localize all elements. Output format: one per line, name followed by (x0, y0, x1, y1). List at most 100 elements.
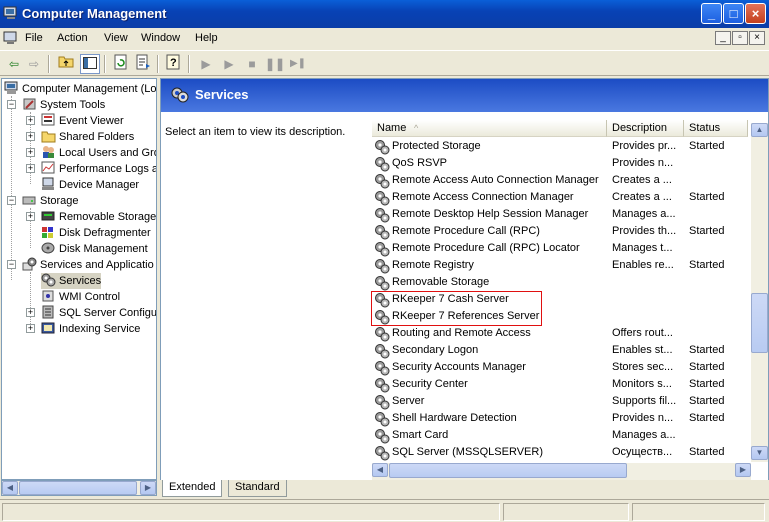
service-row[interactable]: Remote Procedure Call (RPC) Provides th..… (372, 223, 752, 240)
start-service-icon[interactable]: ▶ (196, 54, 216, 74)
tree-item-device-manager[interactable]: Device Manager (41, 177, 139, 193)
tree-expander[interactable]: + (26, 212, 35, 221)
pause-service-icon[interactable]: ❚❚ (265, 54, 285, 74)
tree-expander[interactable]: + (26, 164, 35, 173)
service-row[interactable]: Protected Storage Provides pr... Started (372, 138, 752, 155)
help-icon[interactable]: ? (164, 54, 184, 74)
service-name: Removable Storage (392, 276, 490, 288)
service-status: Started (689, 361, 725, 373)
tree-item-event-viewer[interactable]: Event Viewer (41, 113, 124, 129)
tree-horizontal-scrollbar[interactable]: ◀ ▶ (1, 480, 157, 496)
menu-file[interactable]: File (25, 32, 43, 44)
forward-arrow-icon[interactable]: ⇨ (24, 54, 44, 74)
maximize-button[interactable]: □ (723, 3, 744, 24)
scroll-right-button[interactable]: ▶ (140, 481, 156, 495)
column-header-status[interactable]: Status (684, 120, 748, 137)
scroll-right-button[interactable]: ▶ (735, 463, 751, 477)
computer-management-icon (3, 5, 19, 21)
service-description: Provides n... (612, 157, 674, 169)
tree-expander[interactable]: + (26, 132, 35, 141)
menu-view[interactable]: View (104, 32, 128, 44)
service-row[interactable]: Shell Hardware Detection Provides n... Sta… (372, 410, 752, 427)
mdi-close-button[interactable]: × (749, 31, 765, 45)
service-row[interactable]: Remote Registry Enables re... Started (372, 257, 752, 274)
menu-window[interactable]: Window (141, 32, 180, 44)
column-header-description[interactable]: Description (607, 120, 684, 137)
tab-standard[interactable]: Standard (228, 480, 287, 497)
list-horizontal-scrollbar[interactable]: ◀ ▶ (372, 463, 751, 480)
scroll-left-button[interactable]: ◀ (2, 481, 18, 495)
service-row[interactable]: Security Center Monitors s... Started (372, 376, 752, 393)
back-arrow-icon[interactable]: ⇦ (4, 54, 24, 74)
service-gear-icon (374, 258, 390, 274)
minimize-button[interactable]: _ (701, 3, 722, 24)
service-row[interactable]: Routing and Remote Access Offers rout... (372, 325, 752, 342)
export-list-icon[interactable] (133, 54, 153, 74)
scroll-left-button[interactable]: ◀ (372, 463, 388, 477)
tree-expander[interactable]: + (26, 116, 35, 125)
console-tree: Computer Management (Lo − System Tools +… (1, 78, 157, 480)
pane-header: Services (161, 79, 768, 112)
service-description: Creates a ... (612, 191, 672, 203)
tree-expander[interactable]: + (26, 148, 35, 157)
service-row[interactable]: Remote Access Auto Connection Manager Cre… (372, 172, 752, 189)
tree-item-disk-management[interactable]: Disk Management (41, 241, 148, 257)
close-button[interactable]: × (745, 3, 766, 24)
service-name: Remote Access Auto Connection Manager (392, 174, 599, 186)
menu-bar: File Action View Window Help _ ▫ × (0, 28, 769, 50)
service-row[interactable]: Remote Access Connection Manager Creates … (372, 189, 752, 206)
service-row[interactable]: QoS RSVP Provides n... (372, 155, 752, 172)
tree-item-storage[interactable]: Storage (22, 193, 79, 209)
mdi-minimize-button[interactable]: _ (715, 31, 731, 45)
service-row[interactable]: Security Accounts Manager Stores sec... St… (372, 359, 752, 376)
menu-help[interactable]: Help (195, 32, 218, 44)
show-hide-tree-icon[interactable] (80, 54, 100, 74)
list-vertical-scrollbar[interactable]: ▲ ▼ (751, 123, 768, 462)
stop-service-icon[interactable]: ■ (242, 54, 262, 74)
scroll-up-button[interactable]: ▲ (751, 123, 768, 137)
scroll-thumb[interactable] (751, 293, 768, 353)
service-row[interactable]: SQL Server (MSSQLSERVER) Осуществ... Start… (372, 444, 752, 461)
tree-expander[interactable]: + (26, 324, 35, 333)
refresh-icon[interactable] (111, 54, 131, 74)
mdi-restore-button[interactable]: ▫ (732, 31, 748, 45)
tree-item-disk-defragmenter[interactable]: Disk Defragmenter (41, 225, 151, 241)
tree-item-shared-folders[interactable]: Shared Folders (41, 129, 134, 145)
service-row[interactable]: Smart Card Manages a... (372, 427, 752, 444)
tree-item-services[interactable]: Services (41, 273, 102, 289)
menu-action[interactable]: Action (57, 32, 88, 44)
tree-root[interactable]: Computer Management (Lo (4, 81, 156, 97)
service-status: Started (689, 191, 725, 203)
restart-service-icon[interactable]: ▶❚ (288, 54, 308, 74)
service-row[interactable]: Secondary Logon Enables st... Started (372, 342, 752, 359)
scroll-down-button[interactable]: ▼ (751, 446, 768, 460)
tree-item-sql-server-config[interactable]: SQL Server Configu (41, 305, 156, 321)
tree-expander[interactable]: + (26, 308, 35, 317)
tree-item-services-applications[interactable]: Services and Applicatio (22, 257, 154, 273)
toolbar-separator (188, 55, 190, 73)
service-status: Started (689, 446, 725, 458)
tab-extended[interactable]: Extended (162, 480, 223, 497)
tree-item-removable-storage[interactable]: Removable Storage (41, 209, 156, 225)
service-gear-icon (374, 190, 390, 206)
tree-item-indexing-service[interactable]: Indexing Service (41, 321, 140, 337)
tree-expander[interactable]: − (7, 100, 16, 109)
performance-icon (41, 161, 56, 175)
start-icon[interactable]: ▶ (219, 54, 239, 74)
service-status: Started (689, 259, 725, 271)
service-row[interactable]: Server Supports fil... Started (372, 393, 752, 410)
scroll-thumb[interactable] (389, 463, 627, 478)
tree-expander[interactable]: − (7, 196, 16, 205)
tree-item-performance-logs[interactable]: Performance Logs a (41, 161, 156, 177)
tree-item-system-tools[interactable]: System Tools (22, 97, 105, 113)
column-header-name[interactable]: Name ^ (372, 120, 607, 137)
service-row[interactable]: Remote Procedure Call (RPC) Locator Manag… (372, 240, 752, 257)
tree-item-local-users[interactable]: Local Users and Gro (41, 145, 156, 161)
service-row[interactable]: Remote Desktop Help Session Manager Manag… (372, 206, 752, 223)
service-description: Provides pr... (612, 140, 677, 152)
service-row[interactable]: Removable Storage (372, 274, 752, 291)
tree-item-wmi-control[interactable]: WMI Control (41, 289, 120, 305)
up-folder-icon[interactable] (56, 54, 76, 74)
tree-expander[interactable]: − (7, 260, 16, 269)
scroll-thumb[interactable] (19, 481, 137, 495)
